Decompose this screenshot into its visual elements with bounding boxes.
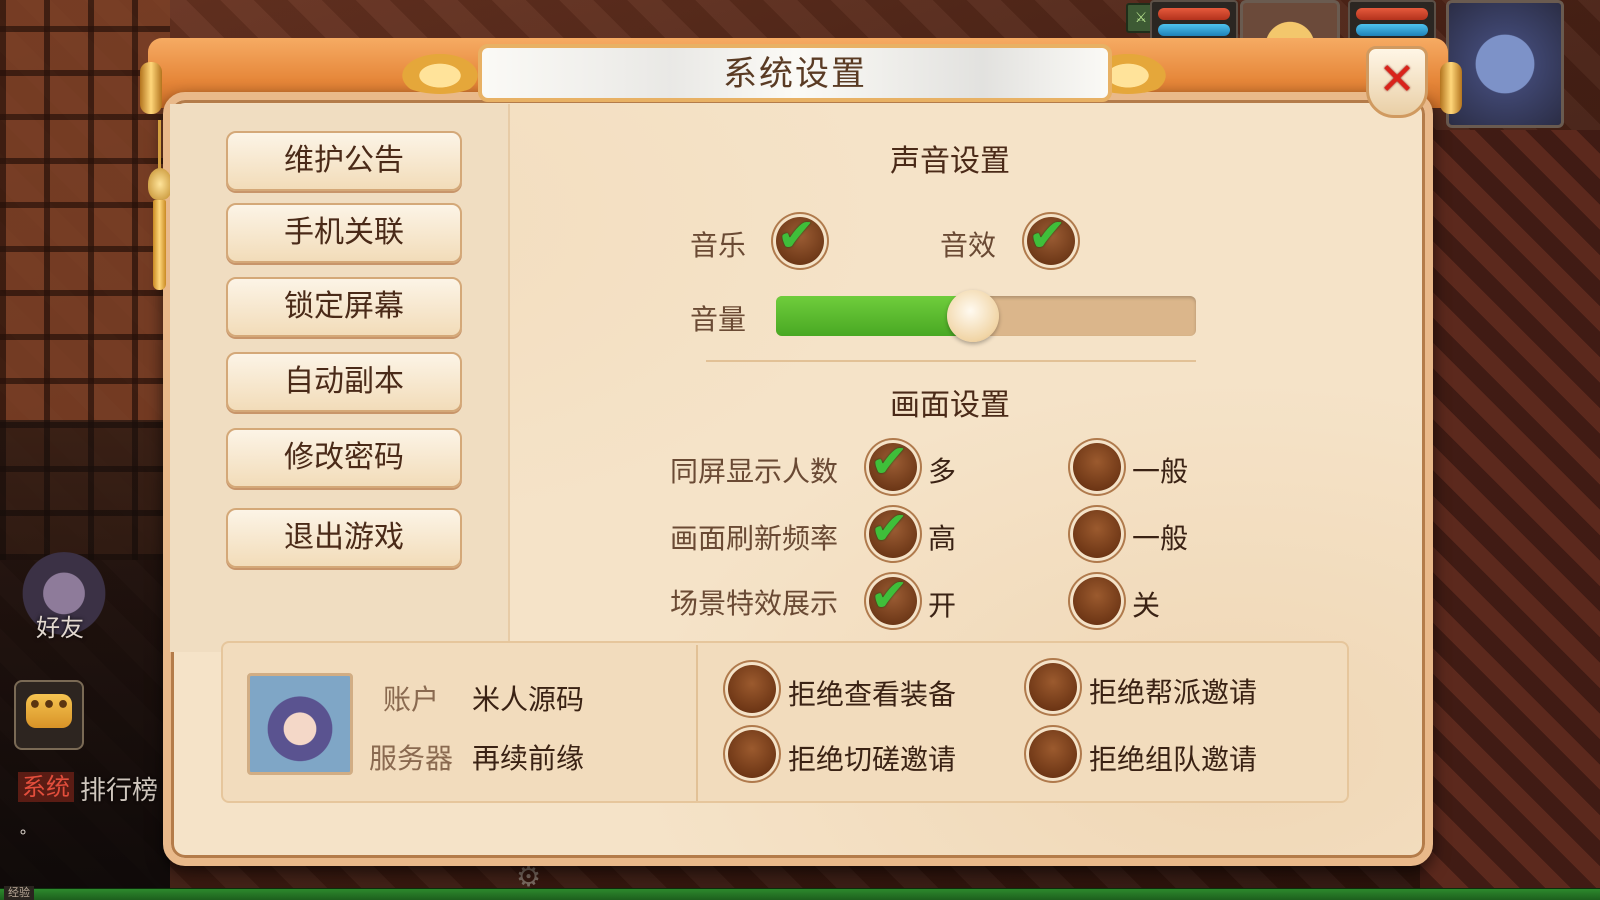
player-count-high-option[interactable]: ✔ xyxy=(866,434,920,494)
menu-change-password-button[interactable]: 修改密码 xyxy=(226,428,462,488)
player-mp-bar xyxy=(1356,24,1428,36)
pet-hp-bar xyxy=(1158,8,1230,20)
check-icon: ✔ xyxy=(1028,208,1067,262)
option-label: 一般 xyxy=(1132,455,1189,488)
friend-label: 好友 xyxy=(36,614,84,642)
refuse-duel-invite-toggle[interactable] xyxy=(725,727,779,781)
volume-slider-fill xyxy=(776,296,974,336)
account-value: 米人源码 xyxy=(472,683,585,716)
server-value: 再续前缘 xyxy=(472,742,585,775)
display-row-label: 同屏显示人数 xyxy=(670,455,839,488)
chat-bubble-icon: ••• xyxy=(26,694,72,728)
menu-auto-dungeon-button[interactable]: 自动副本 xyxy=(226,352,462,412)
system-channel-tag: 系统 xyxy=(18,772,74,802)
privacy-option-label: 拒绝帮派邀请 xyxy=(1089,676,1258,709)
tassel-ornament xyxy=(148,120,172,290)
sfx-label: 音效 xyxy=(940,229,997,262)
display-row-label: 画面刷新频率 xyxy=(670,522,839,555)
option-label: 关 xyxy=(1132,589,1161,622)
player-count-normal-option[interactable] xyxy=(1070,440,1124,494)
check-icon: ✔ xyxy=(870,568,909,622)
close-button[interactable]: ✕ xyxy=(1366,46,1428,118)
privacy-option-label: 拒绝切磋邀请 xyxy=(788,743,957,776)
rank-label[interactable]: 排行榜 xyxy=(80,770,158,807)
music-label: 音乐 xyxy=(690,229,747,262)
ornament-swirl-left xyxy=(392,48,488,94)
panel-divider xyxy=(696,645,698,801)
exp-bar xyxy=(0,888,1600,900)
display-settings-title: 画面设置 xyxy=(890,388,1010,423)
menu-exit-game-button[interactable]: 退出游戏 xyxy=(226,508,462,568)
check-icon: ✔ xyxy=(870,434,909,488)
option-label: 一般 xyxy=(1132,522,1189,555)
scene-effects-off-option[interactable] xyxy=(1070,574,1124,628)
banner-rod-right xyxy=(1440,62,1462,114)
volume-slider[interactable] xyxy=(776,290,1196,342)
refuse-view-equipment-toggle[interactable] xyxy=(725,662,779,716)
privacy-option-label: 拒绝组队邀请 xyxy=(1089,743,1258,776)
check-icon: ✔ xyxy=(777,208,816,262)
refresh-rate-normal-option[interactable] xyxy=(1070,507,1124,561)
sound-settings-title: 声音设置 xyxy=(890,144,1010,179)
menu-lock-screen-button[interactable]: 锁定屏幕 xyxy=(226,277,462,337)
menu-phone-link-button[interactable]: 手机关联 xyxy=(226,203,462,263)
pet-mp-bar xyxy=(1158,24,1230,36)
refuse-team-invite-toggle[interactable] xyxy=(1026,727,1080,781)
display-row-label: 场景特效展示 xyxy=(670,587,839,620)
chat-button[interactable]: ••• xyxy=(14,680,84,750)
account-key: 账户 xyxy=(383,683,440,716)
exp-label: 经验 xyxy=(4,886,34,900)
close-icon: ✕ xyxy=(1378,54,1416,105)
refresh-rate-high-option[interactable]: ✔ xyxy=(866,501,920,561)
small-dot: ∘ xyxy=(18,822,29,841)
scene-effects-on-option[interactable]: ✔ xyxy=(866,568,920,628)
banner-rod-left xyxy=(140,62,162,114)
server-key: 服务器 xyxy=(369,742,454,775)
player-avatar[interactable] xyxy=(1446,0,1564,128)
dialog-title-plate: 系统设置 xyxy=(478,44,1112,102)
sfx-checkbox[interactable]: ✔ xyxy=(1024,208,1078,268)
privacy-option-label: 拒绝查看装备 xyxy=(788,678,957,711)
section-divider xyxy=(706,360,1196,362)
option-label: 开 xyxy=(928,589,957,622)
music-checkbox[interactable]: ✔ xyxy=(773,208,827,268)
volume-label: 音量 xyxy=(690,303,747,336)
account-privacy-panel xyxy=(221,641,1349,803)
scene-right-room xyxy=(1420,130,1600,890)
avatar xyxy=(247,673,353,775)
option-label: 多 xyxy=(928,455,957,488)
volume-slider-handle[interactable] xyxy=(947,290,1000,342)
refuse-guild-invite-toggle[interactable] xyxy=(1026,660,1080,714)
option-label: 高 xyxy=(928,522,957,555)
menu-maintenance-notice-button[interactable]: 维护公告 xyxy=(226,131,462,191)
player-hp-bar xyxy=(1356,8,1428,20)
dialog-title: 系统设置 xyxy=(723,54,867,94)
check-icon: ✔ xyxy=(870,501,909,555)
